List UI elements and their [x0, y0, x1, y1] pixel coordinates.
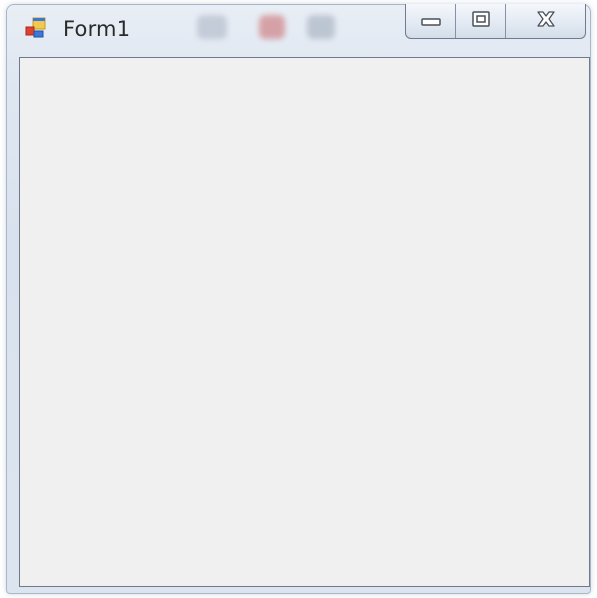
minimize-button[interactable] [406, 4, 455, 38]
windows-form-icon[interactable] [25, 17, 47, 39]
minimize-icon [420, 12, 442, 31]
close-icon [535, 10, 557, 32]
form-client-area[interactable] [19, 57, 590, 587]
window-title: Form1 [63, 17, 131, 41]
form-window: Form1 [6, 4, 591, 594]
maximize-button[interactable] [455, 4, 505, 38]
background-blur [197, 15, 227, 39]
background-blur [259, 15, 285, 39]
maximize-icon [471, 10, 491, 32]
caption-buttons [405, 4, 586, 39]
close-button[interactable] [505, 4, 585, 38]
title-bar[interactable]: Form1 [7, 4, 590, 53]
background-blur [307, 15, 335, 39]
